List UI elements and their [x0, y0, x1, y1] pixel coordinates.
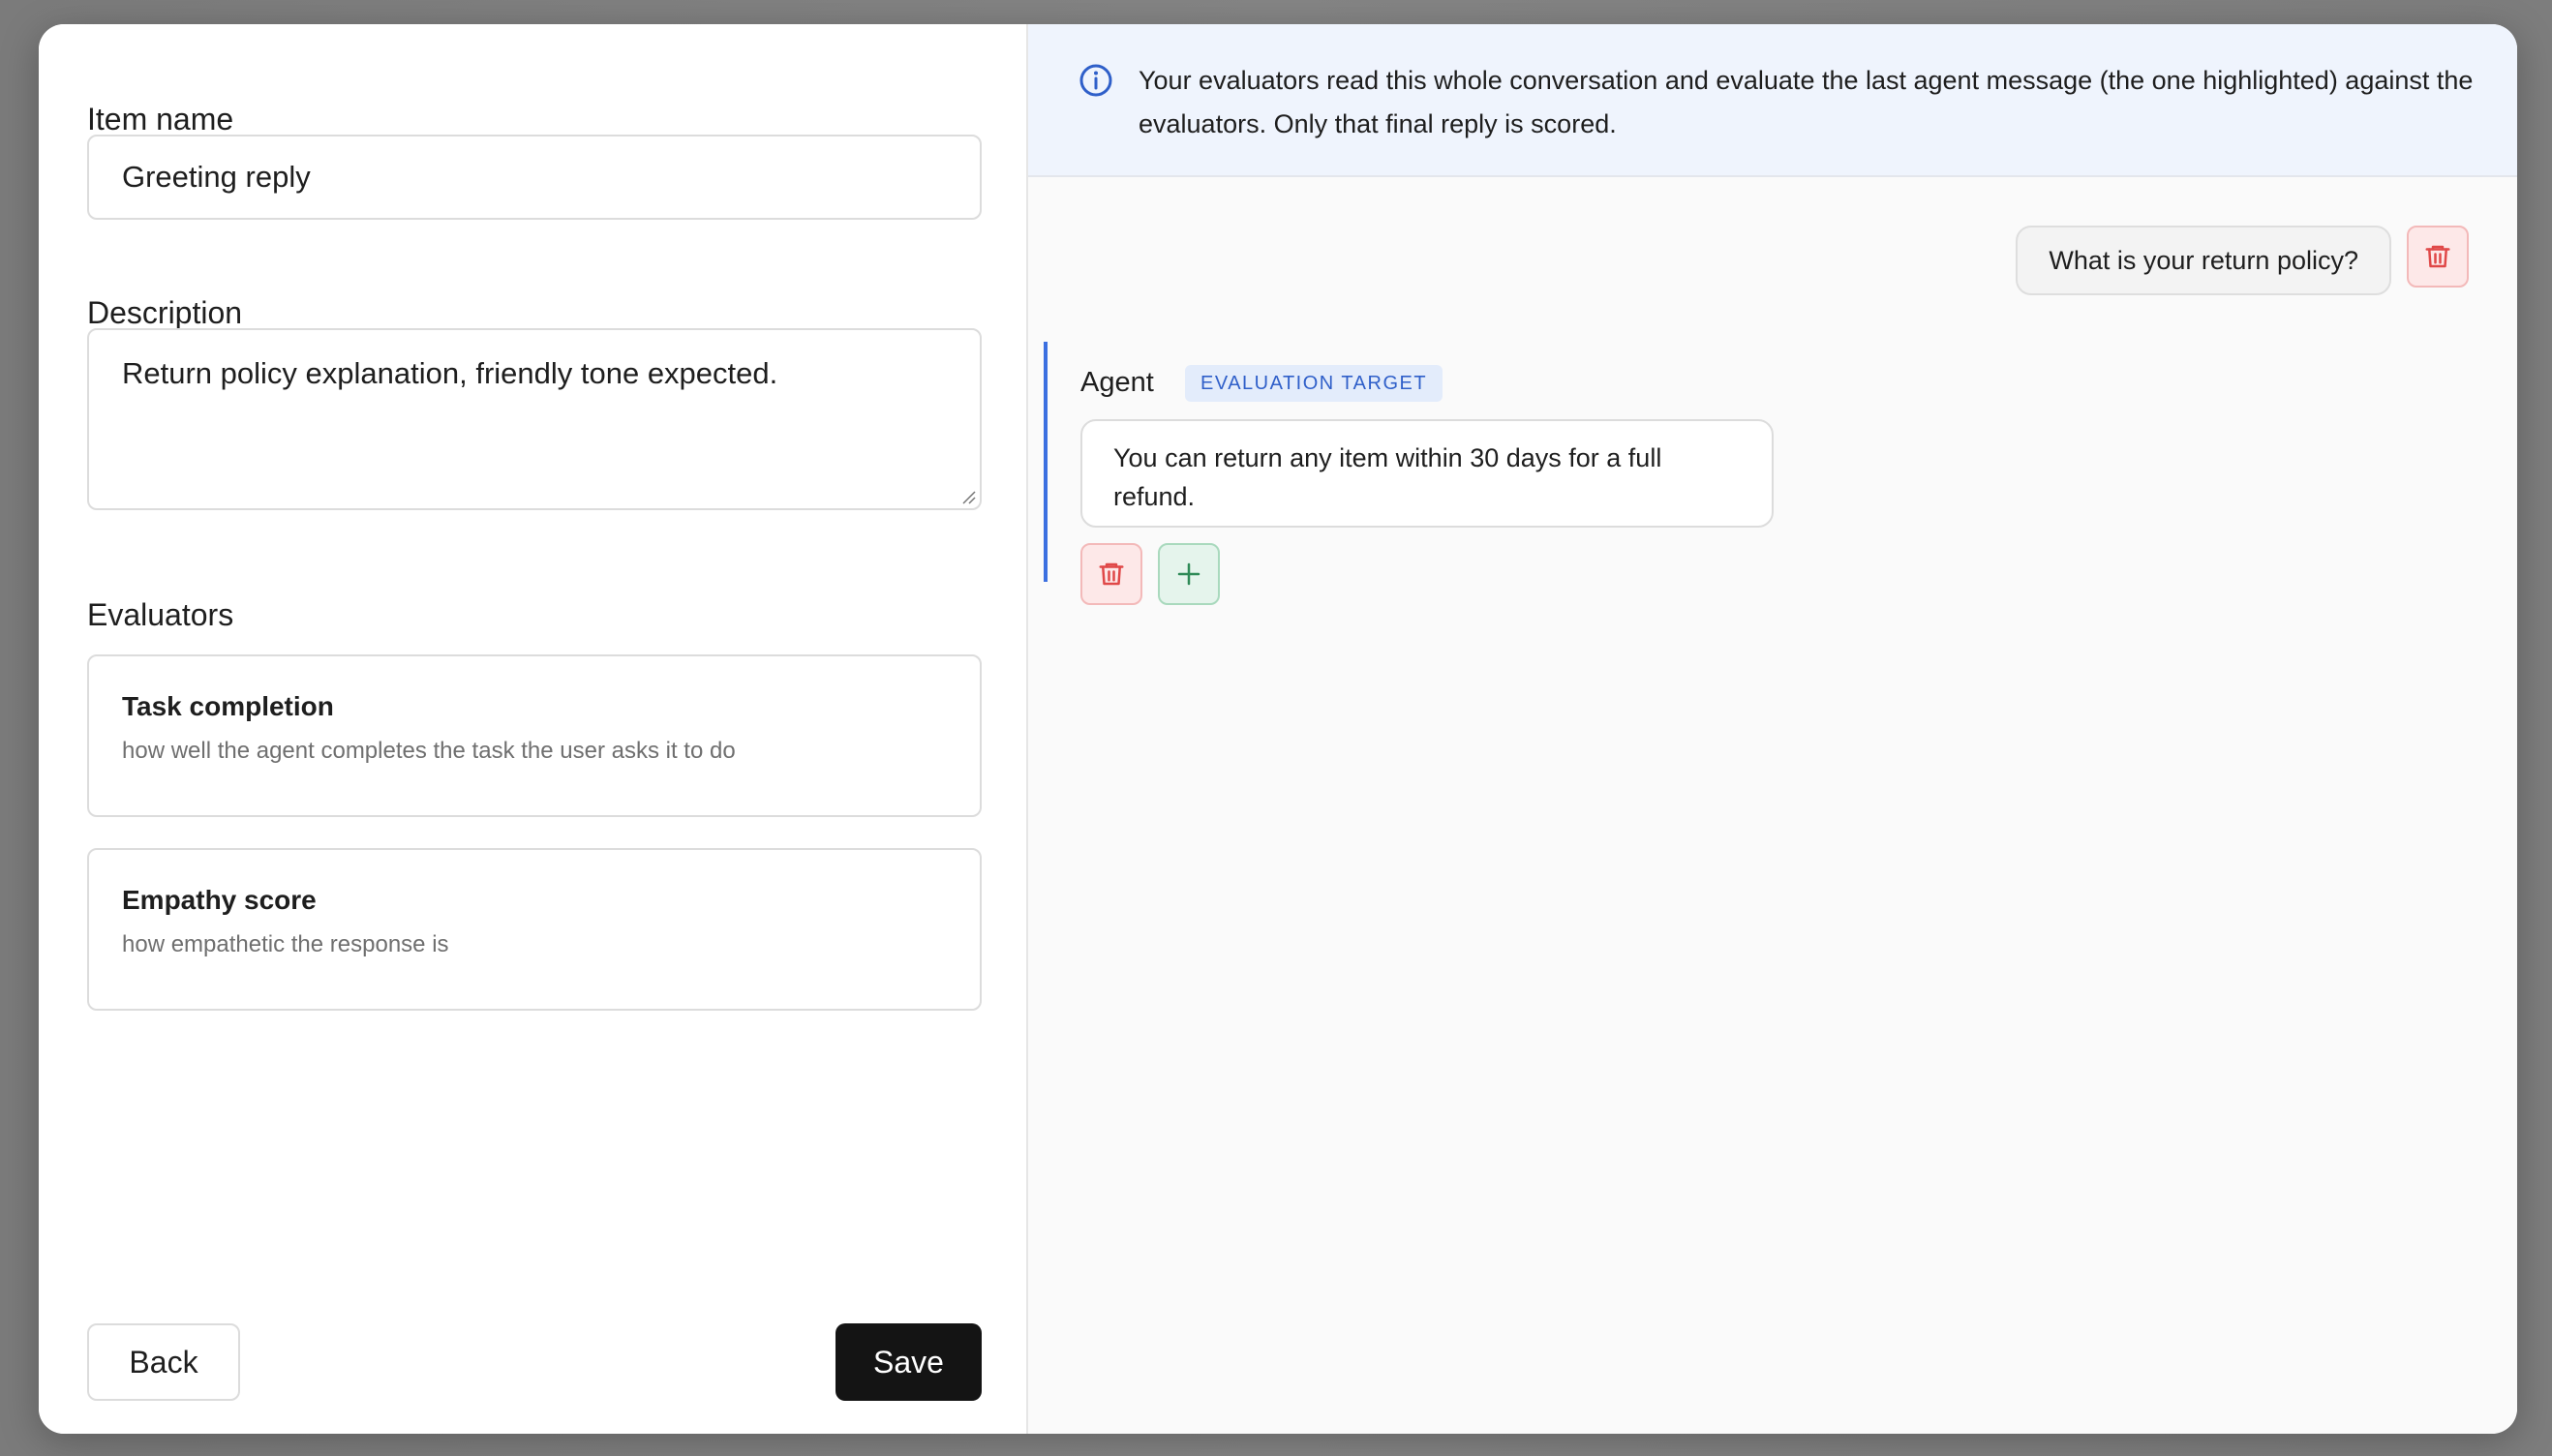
description-label: Description	[87, 295, 243, 330]
item-name-input[interactable]: Greeting reply	[87, 135, 982, 220]
evaluation-target-badge: EVALUATION TARGET	[1185, 365, 1443, 402]
evaluator-description: how well the agent completes the task th…	[122, 738, 736, 764]
edit-item-modal: Item name Greeting reply Description Ret…	[39, 24, 2517, 1434]
description-textarea[interactable]: Return policy explanation, friendly tone…	[87, 328, 982, 510]
conversation-panel: Your evaluators read this whole conversa…	[1028, 24, 2517, 1434]
description-text: Return policy explanation, friendly tone…	[122, 356, 778, 390]
info-text: Your evaluators read this whole conversa…	[1139, 66, 2474, 138]
evaluator-description: how empathetic the response is	[122, 931, 449, 957]
item-form-panel: Item name Greeting reply Description Ret…	[39, 24, 1028, 1434]
evaluator-title: Task completion	[122, 691, 334, 721]
back-button[interactable]: Back	[87, 1323, 240, 1401]
evaluator-card-empathy-score[interactable]: Empathy score how empathetic the respons…	[87, 848, 982, 1011]
agent-message-block: Agent EVALUATION TARGET You can return a…	[1044, 342, 1818, 605]
delete-agent-message-button[interactable]	[1080, 543, 1142, 605]
evaluators-label: Evaluators	[87, 597, 234, 632]
delete-user-message-button[interactable]	[2407, 226, 2469, 288]
resize-handle-icon[interactable]	[960, 489, 976, 504]
save-button[interactable]: Save	[835, 1323, 982, 1401]
evaluator-title: Empathy score	[122, 885, 317, 915]
evaluator-card-task-completion[interactable]: Task completion how well the agent compl…	[87, 654, 982, 817]
agent-message-bubble[interactable]: You can return any item within 30 days f…	[1080, 419, 1774, 528]
plus-icon	[1177, 562, 1200, 586]
user-message-bubble[interactable]: What is your return policy?	[2016, 226, 2391, 295]
trash-icon	[1099, 562, 1124, 586]
agent-name: Agent	[1080, 367, 1154, 398]
info-banner: Your evaluators read this whole conversa…	[1028, 24, 2517, 177]
add-message-button[interactable]	[1158, 543, 1220, 605]
info-circle-icon	[1079, 64, 1112, 97]
trash-icon	[2425, 245, 2450, 268]
item-name-label: Item name	[87, 102, 234, 136]
